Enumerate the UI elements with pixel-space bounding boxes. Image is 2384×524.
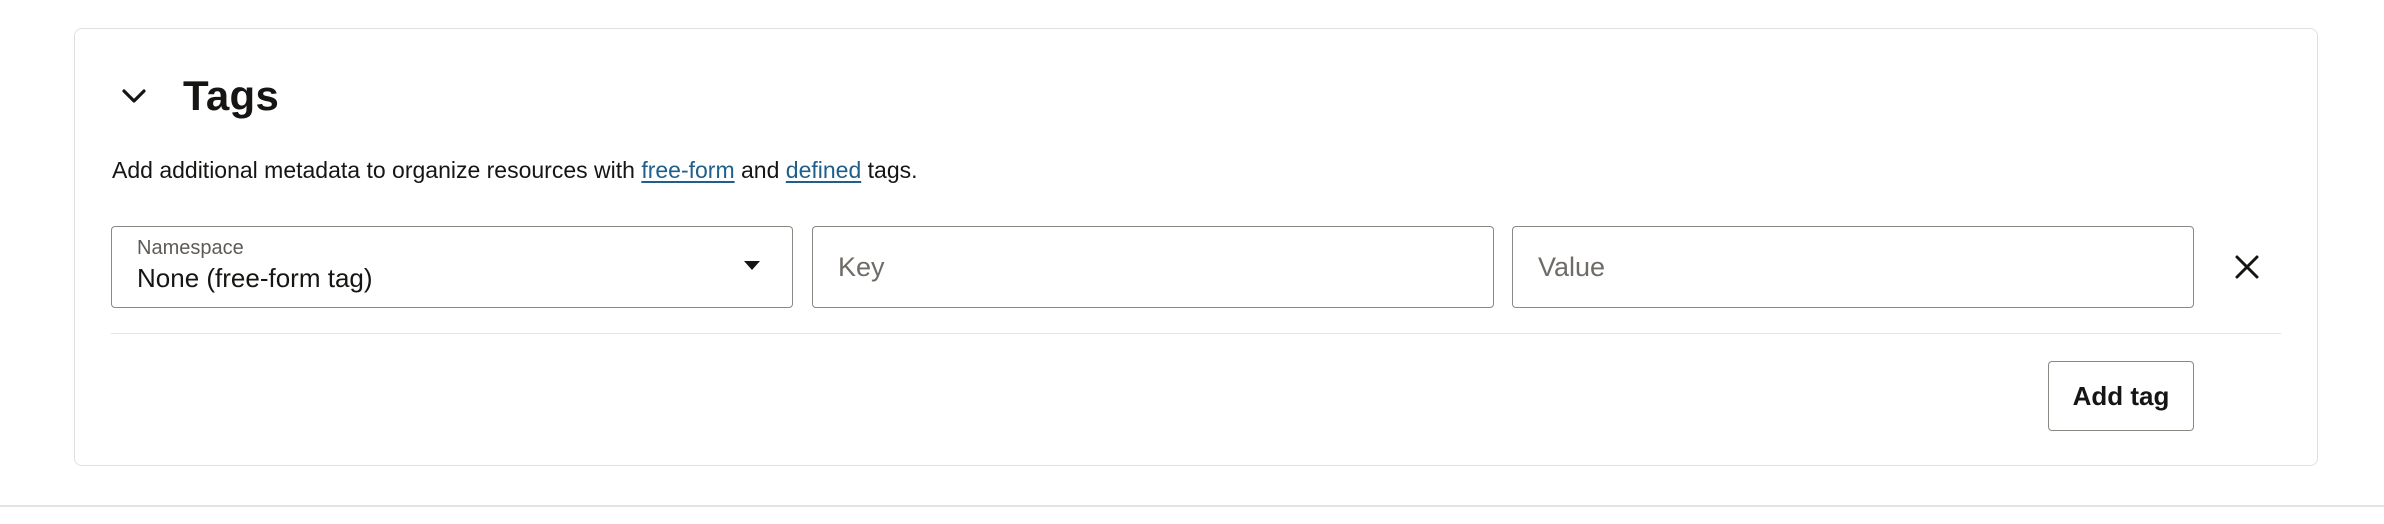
caret-down-icon [744, 261, 760, 270]
free-form-link[interactable]: free-form [641, 157, 734, 183]
namespace-select[interactable]: Namespace None (free-form tag) [111, 226, 793, 308]
defined-link[interactable]: defined [786, 157, 861, 183]
section-header: Tags [115, 67, 279, 125]
description-middle: and [734, 157, 786, 183]
value-field-wrapper [1512, 226, 2194, 308]
key-input[interactable] [813, 227, 1493, 307]
add-tag-button[interactable]: Add tag [2048, 361, 2194, 431]
row-divider [111, 333, 2281, 334]
section-description: Add additional metadata to organize reso… [112, 149, 918, 191]
tags-panel: Tags Add additional metadata to organize… [74, 28, 2318, 466]
close-icon [2235, 255, 2259, 279]
description-prefix: Add additional metadata to organize reso… [112, 157, 642, 183]
chevron-down-icon[interactable] [115, 77, 153, 115]
remove-tag-button[interactable] [2225, 245, 2269, 289]
section-title: Tags [183, 72, 280, 119]
description-suffix: tags. [861, 157, 918, 183]
value-input[interactable] [1513, 227, 2193, 307]
page-divider [0, 505, 2384, 507]
key-field-wrapper [812, 226, 1494, 308]
namespace-label: Namespace [137, 237, 244, 259]
namespace-value: None (free-form tag) [137, 263, 373, 293]
